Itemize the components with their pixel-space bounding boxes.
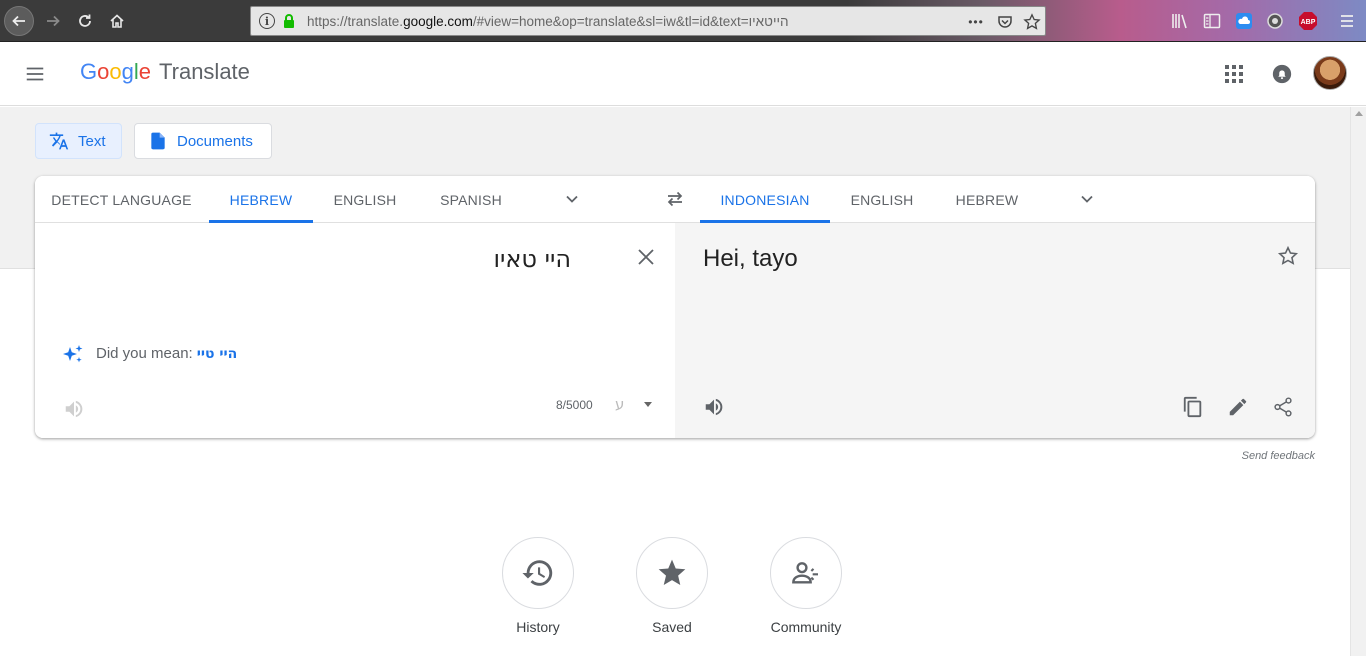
arrow-right-icon <box>47 15 60 27</box>
source-lang-more-chevron-down-icon[interactable] <box>564 191 580 207</box>
source-speaker-icon[interactable] <box>63 398 85 420</box>
edit-pencil-icon[interactable] <box>1227 396 1249 418</box>
star-icon <box>658 559 686 585</box>
swap-languages-icon[interactable] <box>665 189 685 209</box>
community-icon <box>792 562 818 584</box>
scroll-up-arrow-icon[interactable] <box>1355 111 1363 116</box>
library-icon[interactable] <box>1170 11 1190 31</box>
bookmark-star-icon[interactable] <box>1022 12 1042 32</box>
did-you-mean-label: Did you mean: <box>96 345 193 362</box>
url-domain: google.com <box>403 13 473 29</box>
target-lang-tab-hebrew[interactable]: HEBREW <box>935 176 1039 223</box>
app-header: Google Translate <box>0 43 1366 106</box>
url-bar[interactable]: i https://translate.google.com/#view=hom… <box>250 6 1046 36</box>
target-speaker-icon[interactable] <box>703 396 725 418</box>
text-mode-label: Text <box>78 132 106 150</box>
forward-button[interactable] <box>38 6 68 36</box>
google-apps-icon[interactable] <box>1224 64 1244 84</box>
documents-mode-label: Documents <box>177 132 253 150</box>
url-text[interactable]: https://translate.google.com/#view=home&… <box>307 14 789 29</box>
translation-output: Hei, tayo <box>703 245 798 272</box>
saved-circle[interactable] <box>636 537 708 609</box>
sidebar-icon[interactable] <box>1202 11 1222 31</box>
pocket-icon[interactable] <box>995 12 1015 32</box>
google-translate-logo[interactable]: Google Translate <box>80 59 250 85</box>
notifications-icon[interactable] <box>1271 63 1293 85</box>
avatar[interactable] <box>1313 56 1347 90</box>
copy-icon[interactable] <box>1182 396 1204 418</box>
saved-label: Saved <box>652 619 692 635</box>
source-lang-tab-detect[interactable]: DETECT LANGUAGE <box>35 176 208 223</box>
extension-icon[interactable] <box>1265 11 1285 31</box>
did-you-mean: Did you mean: היי טיי <box>96 345 237 362</box>
share-icon[interactable] <box>1272 396 1294 418</box>
hamburger-menu-icon[interactable] <box>1337 11 1357 31</box>
history-label: History <box>516 619 560 635</box>
did-you-mean-suggestion-link[interactable]: היי טיי <box>197 346 238 362</box>
document-icon <box>151 132 165 150</box>
lock-icon[interactable] <box>281 13 297 29</box>
url-suffix: /#view=home&op=translate&sl=iw&tl=id&tex… <box>472 13 789 29</box>
reload-icon <box>79 14 91 27</box>
page-actions-icon[interactable]: ••• <box>966 12 986 32</box>
saved-button[interactable]: Saved <box>627 537 717 635</box>
history-icon <box>522 560 553 586</box>
source-lang-tab-english[interactable]: ENGLISH <box>314 176 416 223</box>
url-prefix: https://translate. <box>307 13 404 29</box>
product-name: Translate <box>159 59 250 84</box>
target-lang-more-chevron-down-icon[interactable] <box>1079 191 1095 207</box>
character-count: 8/5000 <box>556 398 593 412</box>
text-mode-button[interactable]: Text <box>35 123 122 159</box>
target-lang-tab-indonesian[interactable]: INDONESIAN <box>700 176 830 223</box>
save-translation-star-icon[interactable] <box>1277 245 1299 267</box>
send-feedback-link[interactable]: Send feedback <box>1242 450 1315 462</box>
target-lang-tab-english[interactable]: ENGLISH <box>832 176 932 223</box>
translate-icon <box>49 132 69 150</box>
target-pane: Hei, tayo <box>675 223 1315 438</box>
arrow-left-icon <box>12 15 25 27</box>
page-scrollbar[interactable] <box>1350 107 1366 656</box>
home-icon <box>110 14 124 28</box>
source-lang-tab-hebrew[interactable]: HEBREW <box>209 176 313 223</box>
logo-letter: o <box>97 59 110 84</box>
community-button[interactable]: Community <box>761 537 851 635</box>
adblock-label: ABP <box>1301 19 1316 26</box>
translate-card: DETECT LANGUAGE HEBREW ENGLISH SPANISH I… <box>35 176 1315 438</box>
main-menu-icon[interactable] <box>24 63 46 85</box>
history-circle[interactable] <box>502 537 574 609</box>
source-lang-tab-spanish[interactable]: SPANISH <box>419 176 523 223</box>
sparkle-icon <box>63 345 83 363</box>
history-button[interactable]: History <box>493 537 583 635</box>
home-button[interactable] <box>102 6 132 36</box>
logo-letter: o <box>109 59 122 84</box>
logo-letter: G <box>80 59 98 84</box>
documents-mode-button[interactable]: Documents <box>134 123 272 159</box>
input-tools-keyboard-icon[interactable]: ע <box>615 395 624 413</box>
language-bar: DETECT LANGUAGE HEBREW ENGLISH SPANISH I… <box>35 176 1315 223</box>
input-tools-caret-icon[interactable] <box>644 402 652 407</box>
back-button[interactable] <box>4 6 34 36</box>
cloud-icon[interactable] <box>1234 11 1254 31</box>
adblock-icon[interactable]: ABP <box>1298 11 1318 31</box>
clear-source-close-icon[interactable] <box>636 247 656 267</box>
source-pane[interactable]: היי טאיו Did you mean: היי טיי 8/5000 ע <box>35 223 675 438</box>
source-textarea[interactable]: היי טאיו <box>493 245 571 273</box>
community-label: Community <box>770 619 842 635</box>
community-circle[interactable] <box>770 537 842 609</box>
reload-button[interactable] <box>70 6 100 36</box>
logo-letter: g <box>121 59 134 84</box>
logo-letter: e <box>138 59 152 84</box>
browser-toolbar: i https://translate.google.com/#view=hom… <box>0 0 1366 42</box>
site-info-icon[interactable]: i <box>259 13 275 29</box>
